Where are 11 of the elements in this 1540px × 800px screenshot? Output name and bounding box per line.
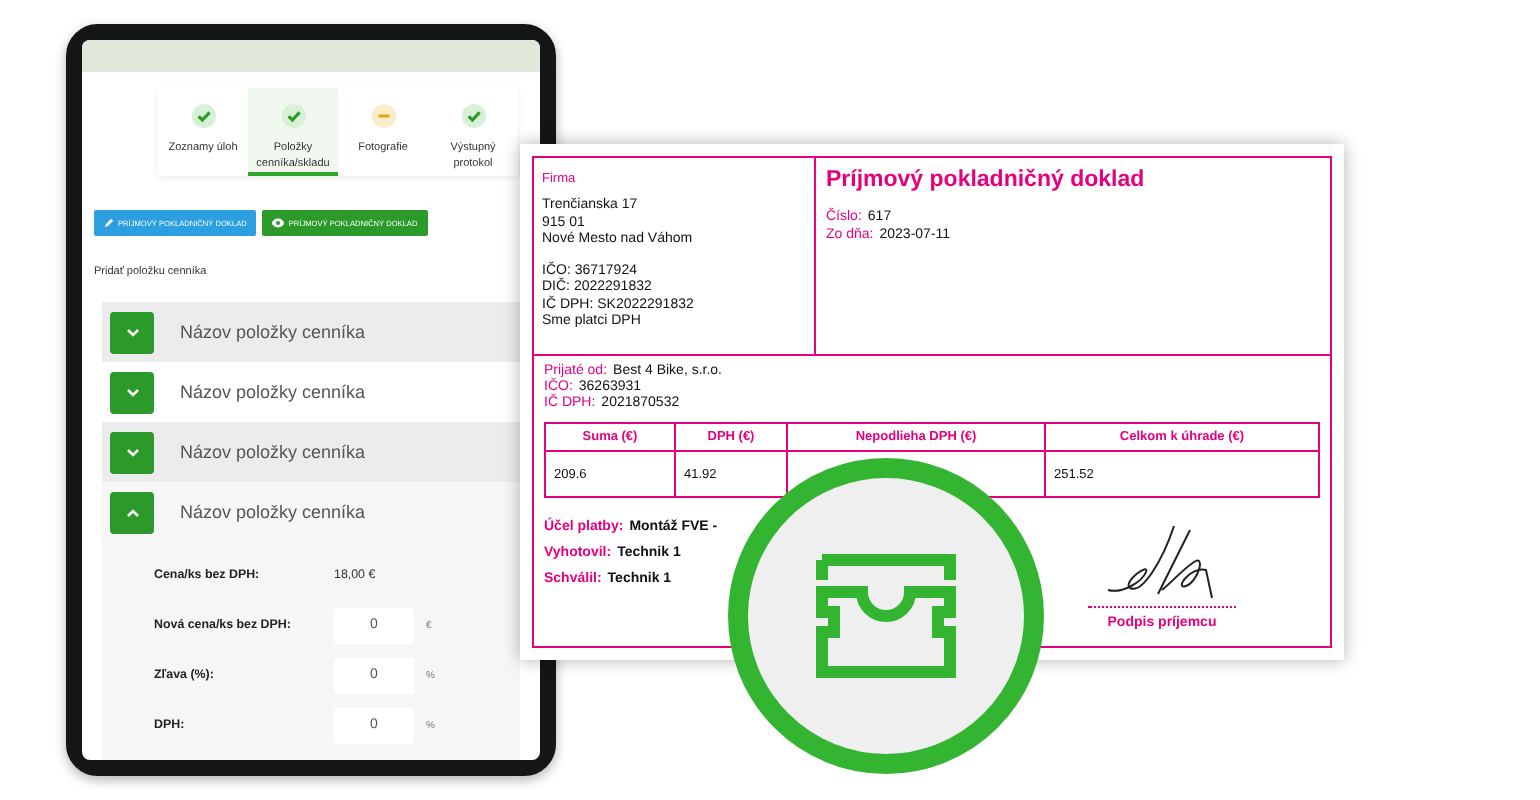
accordion-row[interactable]: Názov položky cenníka [102,302,520,362]
pencil-icon [104,218,114,228]
chevron-down-icon[interactable] [110,371,154,413]
chevron-down-icon[interactable] [110,311,154,353]
accordion-row[interactable]: Názov položky cenníka [102,482,520,542]
chevron-down-icon[interactable] [110,431,154,473]
eye-icon [272,218,285,228]
cash-tray-icon [810,552,962,680]
document-title: Príjmový pokladničný doklad [826,168,1147,192]
accordion-row[interactable]: Názov položky cenníka [102,422,520,482]
chevron-up-icon[interactable] [110,491,154,533]
